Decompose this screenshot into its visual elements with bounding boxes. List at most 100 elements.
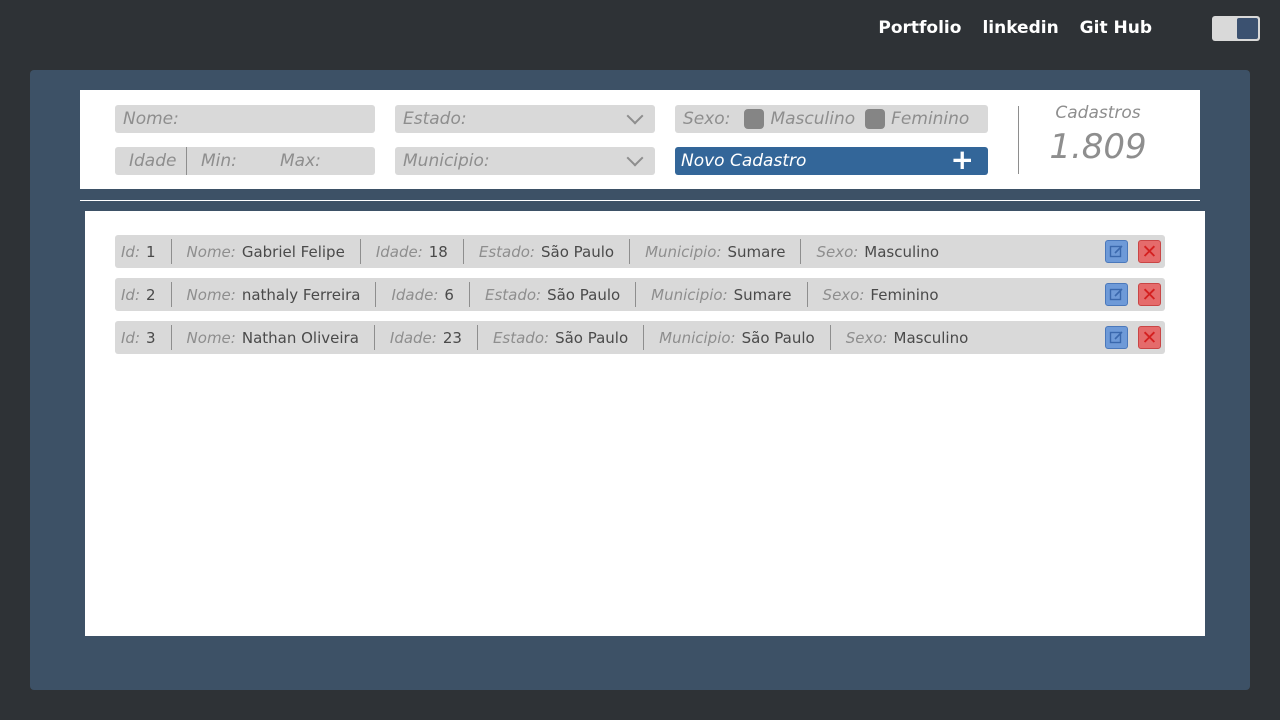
cell-nome: Nome: Nathan Oliveira (172, 325, 375, 350)
delete-icon[interactable]: ✕ (1138, 326, 1161, 349)
counter-label: Cadastros (1055, 103, 1141, 123)
idade-key-label: Idade: (389, 328, 437, 347)
estado-value: São Paulo (555, 328, 629, 347)
edit-icon[interactable] (1105, 283, 1128, 306)
novo-cadastro-button[interactable]: Novo Cadastro + (675, 143, 988, 176)
section-divider (80, 200, 1200, 201)
cell-id: Id: 2 (115, 282, 172, 307)
municipio-value: Sumare (727, 242, 786, 261)
filter-bar: Nome: Estado: Sexo: Masculino Feminino I… (80, 90, 1200, 189)
idade-value: 6 (444, 285, 454, 304)
table-row: Id: 3 Nome: Nathan Oliveira Idade: 23 Estado: S… (115, 321, 1165, 354)
row-actions: ✕ (1095, 326, 1161, 349)
estado-select[interactable]: Estado: (395, 105, 655, 133)
nav-link-portfolio[interactable]: Portfolio (878, 18, 961, 38)
sexo-key-label: Sexo: (816, 242, 859, 261)
masculino-checkbox[interactable] (744, 109, 765, 129)
municipio-value: São Paulo (741, 328, 815, 347)
table-row: Id: 2 Nome: nathaly Ferreira Idade: 6 Estado: S… (115, 278, 1165, 311)
masculino-label: Masculino (770, 109, 856, 129)
municipio-key-label: Municipio: (659, 328, 736, 347)
sexo-option-masculino[interactable]: Masculino (744, 109, 855, 129)
cell-idade: Idade: 6 (376, 282, 470, 307)
nome-value: nathaly Ferreira (241, 285, 361, 304)
cell-idade: Idade: 18 (361, 239, 464, 264)
chevron-down-icon (626, 149, 644, 167)
idade-key-label: Idade: (391, 285, 439, 304)
cell-municipio: Municipio: Sumare (630, 239, 802, 264)
idade-min-input[interactable]: Min: (187, 151, 266, 171)
sexo-filter: Sexo: Masculino Feminino (675, 105, 988, 133)
cadastros-counter: Cadastros 1.809 (1038, 103, 1158, 167)
nome-input[interactable]: Nome: (115, 105, 375, 133)
idade-range: Idade Min: Max: (115, 147, 375, 175)
nome-key-label: Nome: (186, 242, 236, 261)
sexo-key-label: Sexo: (822, 285, 865, 304)
id-key-label: Id: (121, 328, 140, 347)
id-key-label: Id: (121, 242, 140, 261)
sexo-label: Sexo: (683, 109, 731, 129)
cell-sexo: Sexo: Feminino (808, 282, 954, 307)
estado-key-label: Estado: (492, 328, 550, 347)
nome-value: Nathan Oliveira (241, 328, 359, 347)
delete-icon[interactable]: ✕ (1138, 283, 1161, 306)
cell-sexo: Sexo: Masculino (801, 239, 954, 264)
counter-value: 1.809 (1049, 127, 1147, 167)
id-value: 1 (146, 242, 156, 261)
estado-value: São Paulo (547, 285, 621, 304)
chevron-down-icon (626, 107, 644, 125)
cell-nome: Nome: nathaly Ferreira (172, 282, 377, 307)
id-value: 2 (146, 285, 156, 304)
results-list: Id: 1 Nome: Gabriel Felipe Idade: 18 Estado: Sã… (85, 211, 1205, 636)
cell-sexo: Sexo: Masculino (831, 325, 984, 350)
cell-id: Id: 1 (115, 239, 172, 264)
table-row: Id: 1 Nome: Gabriel Felipe Idade: 18 Estado: Sã… (115, 235, 1165, 268)
cell-municipio: Municipio: São Paulo (644, 325, 831, 350)
row-actions: ✕ (1095, 283, 1161, 306)
top-nav: Portfolio linkedin Git Hub (857, 15, 1260, 41)
idade-key-label: Idade: (375, 242, 423, 261)
feminino-checkbox[interactable] (865, 109, 886, 129)
nav-link-github[interactable]: Git Hub (1080, 18, 1152, 38)
cell-estado: Estado: São Paulo (470, 282, 637, 307)
cell-id: Id: 3 (115, 325, 172, 350)
nome-key-label: Nome: (186, 285, 236, 304)
counter-divider (1018, 106, 1019, 174)
edit-icon[interactable] (1105, 326, 1128, 349)
municipio-placeholder: Municipio: (403, 151, 490, 171)
idade-value: 23 (442, 328, 462, 347)
id-key-label: Id: (121, 285, 140, 304)
estado-value: São Paulo (540, 242, 615, 261)
municipio-value: Sumare (733, 285, 792, 304)
cell-estado: Estado: São Paulo (478, 325, 645, 350)
nav-link-linkedin[interactable]: linkedin (982, 18, 1058, 38)
sexo-option-feminino[interactable]: Feminino (865, 109, 969, 129)
nome-value: Gabriel Felipe (241, 242, 345, 261)
feminino-label: Feminino (891, 109, 970, 129)
delete-icon[interactable]: ✕ (1138, 240, 1161, 263)
edit-icon[interactable] (1105, 240, 1128, 263)
municipio-select[interactable]: Municipio: (395, 147, 655, 175)
estado-key-label: Estado: (478, 242, 535, 261)
estado-key-label: Estado: (484, 285, 542, 304)
idade-max-input[interactable]: Max: (266, 151, 345, 171)
cell-estado: Estado: São Paulo (464, 239, 631, 264)
novo-cadastro-label: Novo Cadastro (681, 151, 807, 171)
sexo-value: Masculino (864, 242, 940, 261)
estado-placeholder: Estado: (403, 109, 467, 129)
theme-toggle[interactable] (1212, 15, 1260, 41)
nome-placeholder: Nome: (123, 109, 179, 129)
idade-value: 18 (428, 242, 448, 261)
row-actions: ✕ (1095, 240, 1161, 263)
municipio-key-label: Municipio: (645, 242, 722, 261)
toggle-knob (1237, 17, 1258, 39)
cell-municipio: Municipio: Sumare (636, 282, 808, 307)
municipio-key-label: Municipio: (651, 285, 728, 304)
cell-idade: Idade: 23 (375, 325, 478, 350)
id-value: 3 (146, 328, 156, 347)
main-panel: Nome: Estado: Sexo: Masculino Feminino I… (30, 70, 1250, 690)
sexo-value: Masculino (893, 328, 969, 347)
nome-key-label: Nome: (186, 328, 236, 347)
cell-nome: Nome: Gabriel Felipe (172, 239, 361, 264)
plus-icon: + (950, 143, 974, 176)
